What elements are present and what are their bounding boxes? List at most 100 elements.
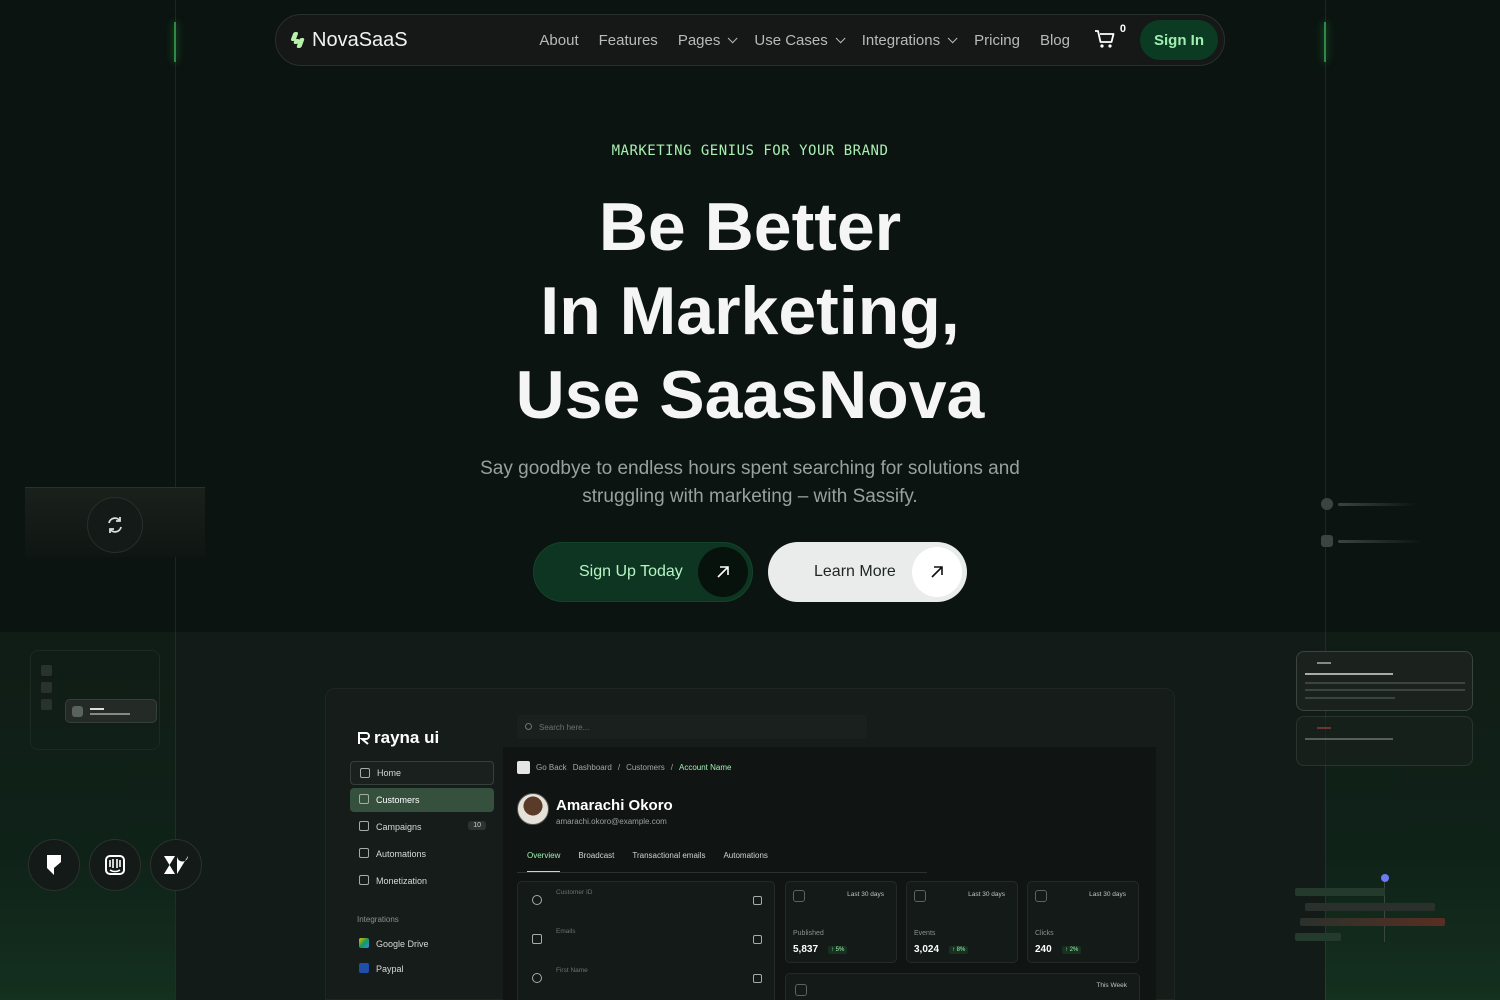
copy-icon[interactable] xyxy=(753,974,762,983)
tab-automations[interactable]: Automations xyxy=(723,851,767,872)
mini-card xyxy=(65,699,157,723)
chart-icon xyxy=(914,890,926,902)
placeholder-square xyxy=(41,665,52,676)
go-back-link[interactable]: Go Back xyxy=(536,763,567,772)
arrow-up-right-icon xyxy=(912,547,962,597)
nav-link-integrations[interactable]: Integrations xyxy=(862,32,958,49)
sidebar-item-paypal[interactable]: Paypal xyxy=(350,957,494,981)
arrow-up-right-icon xyxy=(698,547,748,597)
cart-icon xyxy=(1095,30,1115,48)
framer-icon[interactable] xyxy=(28,839,80,891)
back-arrow-icon[interactable] xyxy=(517,761,530,774)
person-icon xyxy=(532,973,542,983)
google-drive-icon xyxy=(359,938,369,948)
field-first-name: First Name xyxy=(556,967,588,974)
chevron-down-icon xyxy=(947,32,958,43)
sidebar-item-home[interactable]: Home xyxy=(350,761,494,785)
sign-up-button[interactable]: Sign Up Today xyxy=(533,542,753,602)
delta-badge: ↑ 5% xyxy=(828,946,848,954)
hero-eyebrow: MARKETING GENIUS FOR YOUR BRAND xyxy=(611,143,889,159)
hero-subtitle: Say goodbye to endless hours spent searc… xyxy=(480,458,1020,507)
stat-card-events: Last 30 days Events 3,024 ↑ 8% xyxy=(906,881,1018,963)
dashboard-main: Search here... Go Back Dashboard / Custo… xyxy=(499,707,1156,1000)
cart-count: 0 xyxy=(1119,23,1126,35)
profile-name: Amarachi Okoro xyxy=(556,797,673,814)
delta-badge: ↑ 2% xyxy=(1062,946,1082,954)
chart-icon xyxy=(795,984,807,996)
week-range-select[interactable]: This Week xyxy=(1096,982,1127,989)
sidebar-item-automations[interactable]: Automations xyxy=(350,842,494,866)
bolt-icon xyxy=(359,848,369,858)
nav-links: About Features Pages Use Cases Integrati… xyxy=(539,23,1126,51)
range-select[interactable]: Last 30 days xyxy=(1089,891,1126,898)
campaigns-badge: 10 xyxy=(468,821,486,830)
placeholder-line xyxy=(1338,503,1418,506)
chart-icon xyxy=(793,890,805,902)
learn-more-button[interactable]: Learn More xyxy=(768,542,967,602)
stat-card-published: Last 30 days Published 5,837 ↑ 5% xyxy=(785,881,897,963)
dashboard-search[interactable]: Search here... xyxy=(517,715,867,739)
top-navbar: NovaSaaS About Features Pages Use Cases … xyxy=(275,14,1225,66)
users-icon xyxy=(359,794,369,804)
zendesk-icon[interactable] xyxy=(150,839,202,891)
placeholder-square xyxy=(41,682,52,693)
left-glow xyxy=(174,22,176,62)
dashboard-preview: rayna ui Home Customers Campaigns 10 Auto… xyxy=(325,688,1175,1000)
crumb-customers[interactable]: Customers xyxy=(626,763,665,772)
placeholder-line xyxy=(1338,540,1423,543)
cart-button[interactable]: 0 xyxy=(1094,23,1126,51)
integrations-heading: Integrations xyxy=(357,915,399,924)
customer-fields-card: Customer ID Emails First Name xyxy=(517,881,775,1000)
account-tabs: Overview Broadcast Transactional emails … xyxy=(517,851,927,873)
copy-icon[interactable] xyxy=(753,896,762,905)
nav-link-use-cases[interactable]: Use Cases xyxy=(754,32,846,49)
brand-mark-icon xyxy=(290,32,306,48)
user-icon xyxy=(532,895,542,905)
home-icon xyxy=(360,768,370,778)
crumb-current: Account Name xyxy=(678,763,732,772)
chevron-down-icon xyxy=(835,32,846,43)
weekly-chart-card: This Week xyxy=(785,973,1140,1000)
range-select[interactable]: Last 30 days xyxy=(847,891,884,898)
sidebar-item-campaigns[interactable]: Campaigns 10 xyxy=(350,815,494,839)
tab-broadcast[interactable]: Broadcast xyxy=(578,851,614,872)
delta-badge: ↑ 8% xyxy=(949,946,969,954)
chevron-down-icon xyxy=(728,32,738,43)
paypal-icon xyxy=(359,963,369,973)
activity-card xyxy=(1296,651,1473,711)
sidebar-item-customers[interactable]: Customers xyxy=(350,788,494,812)
nav-link-about[interactable]: About xyxy=(539,32,578,49)
brand-name: NovaSaaS xyxy=(312,28,408,51)
activity-card xyxy=(1296,716,1473,766)
nav-link-pricing[interactable]: Pricing xyxy=(974,32,1020,49)
rayna-logo: rayna ui xyxy=(358,728,439,748)
stat-card-clicks: Last 30 days Clicks 240 ↑ 2% xyxy=(1027,881,1139,963)
sign-in-button[interactable]: Sign In xyxy=(1140,20,1218,60)
money-icon xyxy=(359,875,369,885)
range-select[interactable]: Last 30 days xyxy=(968,891,1005,898)
brand-logo[interactable]: NovaSaaS xyxy=(290,29,408,52)
copy-icon[interactable] xyxy=(753,935,762,944)
right-glow xyxy=(1324,22,1326,62)
sidebar-item-monetization[interactable]: Monetization xyxy=(350,869,494,893)
nav-link-blog[interactable]: Blog xyxy=(1040,32,1070,49)
close-circle-icon xyxy=(1321,498,1333,510)
intercom-icon[interactable] xyxy=(89,839,141,891)
crumb-dashboard[interactable]: Dashboard xyxy=(573,763,612,772)
tab-transactional-emails[interactable]: Transactional emails xyxy=(632,851,705,872)
breadcrumb: Go Back Dashboard / Customers / Account … xyxy=(517,761,731,774)
megaphone-icon xyxy=(359,821,369,831)
dashboard-sidebar: rayna ui Home Customers Campaigns 10 Auto… xyxy=(346,704,496,1000)
headline-line-1: Be Better xyxy=(598,189,902,265)
sync-button[interactable] xyxy=(87,497,143,553)
search-icon xyxy=(525,723,532,730)
placeholder-square xyxy=(41,699,52,710)
headline-line-3: Use SaasNova xyxy=(515,357,985,433)
profile-email: amarachi.okoro@example.com xyxy=(556,817,667,826)
sidebar-item-google-drive[interactable]: Google Drive xyxy=(350,932,494,956)
refresh-icon xyxy=(108,517,122,533)
nav-link-pages[interactable]: Pages xyxy=(678,32,738,49)
nav-link-features[interactable]: Features xyxy=(599,32,658,49)
tab-overview[interactable]: Overview xyxy=(527,851,561,872)
headline-line-2: In Marketing, xyxy=(540,273,960,349)
